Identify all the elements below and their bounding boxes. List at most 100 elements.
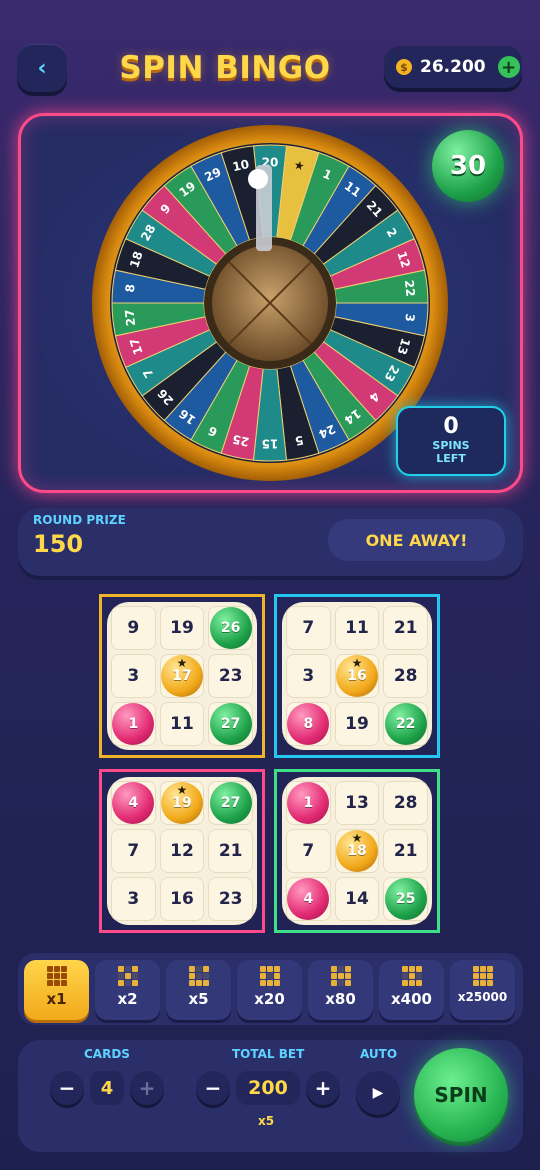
multiplier-option[interactable]: x2 xyxy=(95,960,160,1020)
multiplier-label: x5 xyxy=(188,990,209,1008)
spins-left-label-2: LEFT xyxy=(436,452,466,465)
cell-number: 16 xyxy=(170,889,194,909)
bingo-cell: 4 xyxy=(111,781,156,825)
bingo-cell: 27 xyxy=(208,781,253,825)
bingo-cell: 22 xyxy=(383,702,428,746)
multiplier-option[interactable]: x25000 xyxy=(450,960,515,1020)
bingo-cell: 28 xyxy=(383,654,428,698)
status-badge: ONE AWAY! xyxy=(328,519,505,561)
cell-number: 21 xyxy=(218,841,243,861)
wheel-segment-label: 22 xyxy=(402,279,418,297)
green-ball: 26 xyxy=(209,607,252,649)
cell-number: 9 xyxy=(127,618,140,638)
cards-plus-button[interactable]: + xyxy=(130,1071,164,1105)
bingo-cell: ★ 17 xyxy=(159,654,205,698)
grid-pattern-icon xyxy=(259,966,280,986)
cell-number: 23 xyxy=(218,889,243,909)
spins-left-label: SPINS xyxy=(432,439,470,452)
green-ball: 27 xyxy=(209,782,252,824)
bet-plus-button[interactable]: + xyxy=(306,1071,340,1105)
star-icon: ★ xyxy=(176,783,188,797)
pink-ball: 8 xyxy=(287,703,330,745)
bingo-card-grid: 9 19 26 3 ★ 17 23 1 11 27 xyxy=(107,602,257,750)
wheel-segment-label: 15 xyxy=(262,437,279,451)
cards-label: CARDS xyxy=(84,1047,130,1061)
bingo-cell: 8 xyxy=(286,702,331,746)
multiplier-label: x20 xyxy=(254,990,285,1008)
pink-ball: 1 xyxy=(287,782,330,824)
cell-number: 7 xyxy=(302,841,315,861)
bingo-cell: ★ 19 xyxy=(159,781,205,825)
bingo-cell: 23 xyxy=(208,654,253,698)
wheel-segment-label: 3 xyxy=(402,313,417,323)
cell-number: 11 xyxy=(170,714,194,734)
multiplier-option[interactable]: x5 xyxy=(166,960,231,1020)
bingo-cell: 16 xyxy=(159,877,205,921)
balance-value: 26.200 xyxy=(420,57,486,77)
bingo-card-grid: 1 13 28 7 ★ 18 21 4 14 25 xyxy=(282,777,432,925)
cell-number: 7 xyxy=(127,841,140,861)
cell-number: 28 xyxy=(393,793,418,813)
cell-number: 28 xyxy=(393,666,418,686)
grid-pattern-icon xyxy=(117,966,138,986)
grid-pattern-icon xyxy=(472,966,493,986)
bingo-cell: 14 xyxy=(334,877,380,921)
bingo-cell: 28 xyxy=(383,781,428,825)
add-funds-button[interactable]: + xyxy=(497,56,520,78)
bingo-cell: 11 xyxy=(159,702,205,746)
total-bet-label: TOTAL BET xyxy=(232,1047,305,1061)
cell-number: 3 xyxy=(302,666,315,686)
bingo-card-grid: 4 ★ 19 27 7 12 21 3 16 23 xyxy=(107,777,257,925)
multiplier-option[interactable]: x1 xyxy=(24,960,89,1020)
cell-number: 12 xyxy=(170,841,194,861)
bingo-card: 4 ★ 19 27 7 12 21 3 16 23 xyxy=(99,769,265,933)
grid-pattern-icon xyxy=(401,966,422,986)
bingo-cell: 3 xyxy=(111,654,156,698)
bingo-cell: 19 xyxy=(334,702,380,746)
cell-number: 3 xyxy=(127,889,140,909)
round-prize-label: ROUND PRIZE xyxy=(33,513,126,527)
bingo-cell: 11 xyxy=(334,606,380,650)
cell-number: 14 xyxy=(345,889,369,909)
bingo-cell: 23 xyxy=(208,877,253,921)
pink-ball: 4 xyxy=(112,782,155,824)
cell-number: 23 xyxy=(218,666,243,686)
bingo-cell: ★ 18 xyxy=(334,829,380,873)
cell-number: 21 xyxy=(393,841,418,861)
cards-minus-button[interactable]: − xyxy=(50,1071,84,1105)
star-icon: ★ xyxy=(176,656,188,670)
cell-number: 11 xyxy=(345,618,369,638)
bingo-cell: 21 xyxy=(208,829,253,873)
cards-value: 4 xyxy=(90,1071,124,1105)
multiplier-label: x2 xyxy=(117,990,138,1008)
bingo-card: 1 13 28 7 ★ 18 21 4 14 25 xyxy=(274,769,440,933)
spin-button[interactable]: SPIN xyxy=(414,1048,508,1142)
spins-left-value: 0 xyxy=(443,414,459,439)
bingo-cell: 26 xyxy=(208,606,253,650)
coin-icon: $ xyxy=(396,59,412,75)
back-button[interactable]: ‹ xyxy=(17,44,67,92)
star-icon: ★ xyxy=(351,656,363,670)
bingo-cell: 1 xyxy=(111,702,156,746)
cell-number: 21 xyxy=(393,618,418,638)
multiplier-option[interactable]: x80 xyxy=(308,960,373,1020)
bet-minus-button[interactable]: − xyxy=(196,1071,230,1105)
green-ball: 22 xyxy=(384,703,427,745)
cell-number: 19 xyxy=(170,618,194,638)
bingo-card: 7 11 21 3 ★ 16 28 8 19 22 xyxy=(274,594,440,758)
cell-number: 7 xyxy=(302,618,315,638)
chevron-left-icon: ‹ xyxy=(37,55,47,81)
pink-ball: 4 xyxy=(287,878,330,920)
bingo-cell: 3 xyxy=(286,654,331,698)
wheel-segment-label: 8 xyxy=(123,283,138,293)
bingo-cell: ★ 16 xyxy=(334,654,380,698)
pink-ball: 1 xyxy=(112,703,155,745)
play-icon: ▶ xyxy=(372,1085,384,1101)
bingo-cell: 7 xyxy=(286,606,331,650)
multiplier-label: x80 xyxy=(325,990,356,1008)
green-ball: 27 xyxy=(209,703,252,745)
multiplier-option[interactable]: x400 xyxy=(379,960,444,1020)
bingo-cell: 7 xyxy=(286,829,331,873)
auto-play-button[interactable]: ▶ xyxy=(356,1071,400,1115)
multiplier-option[interactable]: x20 xyxy=(237,960,302,1020)
